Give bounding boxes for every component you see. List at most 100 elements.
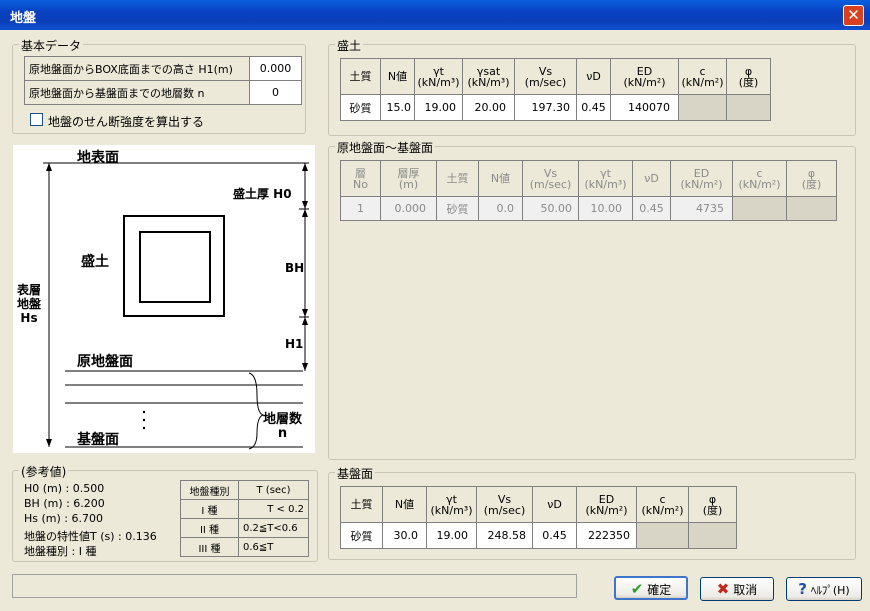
fill-cell[interactable]: 砂質 [340,94,381,121]
reference-line: 地盤種別 : I 種 [24,545,97,558]
close-icon: ✕ [847,6,860,24]
ground-cell: 砂質 [436,196,479,221]
help-button[interactable]: ? ﾍﾙﾌﾟ(H) [786,577,862,601]
ground-cell: 0.45 [632,196,671,221]
fill-header: ED (kN/m²) [610,58,679,95]
layer-count-input[interactable]: 0 [249,80,302,105]
fill-header: γt (kN/m³) [414,58,463,95]
fill-thickness-label: 盛土厚 H0 [233,187,292,201]
base-header: φ (度) [688,486,737,523]
ground-header: 層 No [340,160,381,197]
base-header: c (kN/m²) [636,486,689,523]
fill-cell[interactable]: 0.45 [576,94,611,121]
shear-strength-checkbox-label: 地盤のせん断強度を算出する [48,115,205,129]
original-ground-label: 原地盤面 [77,354,133,370]
title-bar: 地盤 ✕ [0,0,870,30]
ground-cell: 50.00 [522,196,579,221]
base-header: Vs (m/sec) [476,486,533,523]
soil-type-table: 地盤種別 T (sec) I 種 T < 0.2 II 種 0.2≦T<0.6 … [180,480,309,557]
h1-input[interactable]: 0.000 [249,56,302,81]
base-cell[interactable] [688,522,737,549]
ground-header: c (kN/m²) [732,160,787,197]
bh-label: BH [285,261,305,275]
base-cell[interactable]: 248.58 [476,522,533,549]
fill-label: 盛土 [81,254,109,270]
check-icon: ✔ [630,580,644,598]
fill-header: νD [576,58,611,95]
base-header: γt (kN/m³) [426,486,477,523]
soil-type-header: 地盤種別 [180,480,239,500]
original-ground-legend: 原地盤面～基盤面 [335,139,436,156]
h1-label: 原地盤面からBOX底面までの高さ H1(m) [24,56,250,81]
surface-label: 地表面 [77,150,119,166]
ground-header: ED (kN/m²) [670,160,733,197]
soil-type-cell: II 種 [180,518,239,538]
fill-cell[interactable] [678,94,727,121]
ground-cell [732,196,787,221]
ground-cell: 4735 [670,196,733,221]
ground-header: νD [632,160,671,197]
fill-header: Vs (m/sec) [514,58,577,95]
base-header: 土質 [340,486,383,523]
close-button[interactable]: ✕ [843,5,864,26]
shear-strength-checkbox[interactable] [30,113,43,126]
surface-layer-label: 表層 地盤 Hs [17,283,42,325]
base-table: 土質 N値 γt (kN/m³) Vs (m/sec) νD ED (kN/m²… [340,486,737,549]
base-header: N値 [382,486,427,523]
fill-header: N値 [380,58,415,95]
soil-type-cell: III 種 [180,537,239,557]
base-label: 基盤面 [77,432,119,448]
ground-header: 層厚 (m) [380,160,437,197]
ok-button[interactable]: ✔ 確定 [614,576,688,600]
fill-cell[interactable]: 197.30 [514,94,577,121]
ground-cell [786,196,837,221]
fill-cell[interactable] [726,94,771,121]
reference-legend: (参考値) [19,463,69,480]
soil-type-cell: T < 0.2 [238,499,309,519]
ground-cell: 10.00 [578,196,633,221]
fill-header: γsat (kN/m³) [462,58,515,95]
basic-data-table: 原地盤面からBOX底面までの高さ H1(m) 0.000 原地盤面から基盤面まで… [24,56,302,105]
base-cell[interactable]: 砂質 [340,522,383,549]
soil-type-cell: 0.6≦T [238,537,309,557]
question-icon: ? [798,580,807,598]
fill-header: 土質 [340,58,381,95]
status-bar [12,574,577,598]
layer-count-label: 原地盤面から基盤面までの地層数 n [24,80,250,105]
reference-line: Hs (m) : 6.700 [24,512,103,525]
ground-cell: 0.0 [478,196,523,221]
base-cell[interactable]: 19.00 [426,522,477,549]
ground-header: 土質 [436,160,479,197]
base-cell[interactable]: 0.45 [532,522,577,549]
help-button-label: ﾍﾙﾌﾟ(H) [810,584,850,597]
ground-header: γt (kN/m³) [578,160,633,197]
ground-cell: 1 [340,196,381,221]
base-legend: 基盤面 [335,465,376,482]
fill-cell[interactable]: 20.00 [462,94,515,121]
layer-count-diagram-label: 地層数 n [263,412,303,441]
base-cell[interactable]: 222350 [576,522,637,549]
fill-cell[interactable]: 15.0 [380,94,415,121]
reference-line: 地盤の特性値T (s) : 0.136 [24,530,157,543]
x-icon: ✖ [716,580,730,598]
base-cell[interactable]: 30.0 [382,522,427,549]
ok-button-label: 確定 [647,583,672,597]
base-header: ED (kN/m²) [576,486,637,523]
fill-header: c (kN/m²) [678,58,727,95]
fill-header: φ (度) [726,58,771,95]
ground-header: N値 [478,160,523,197]
base-cell[interactable] [636,522,689,549]
fill-legend: 盛土 [335,37,364,54]
ground-diagram: 地表面 盛土厚 H0 盛土 BH H1 表層 地盤 Hs 原地盤面 地層数 n … [13,145,315,453]
fill-cell[interactable]: 140070 [610,94,679,121]
ground-header: φ (度) [786,160,837,197]
cancel-button[interactable]: ✖ 取消 [700,577,774,601]
soil-type-cell: 0.2≦T<0.6 [238,518,309,538]
ground-cell: 0.000 [380,196,437,221]
h1-diagram-label: H1 [285,337,304,351]
fill-table: 土質 N値 γt (kN/m³) γsat (kN/m³) Vs (m/sec)… [340,58,771,121]
reference-line: BH (m) : 6.200 [24,497,105,510]
fill-cell[interactable]: 19.00 [414,94,463,121]
cancel-button-label: 取消 [733,583,758,597]
base-header: νD [532,486,577,523]
